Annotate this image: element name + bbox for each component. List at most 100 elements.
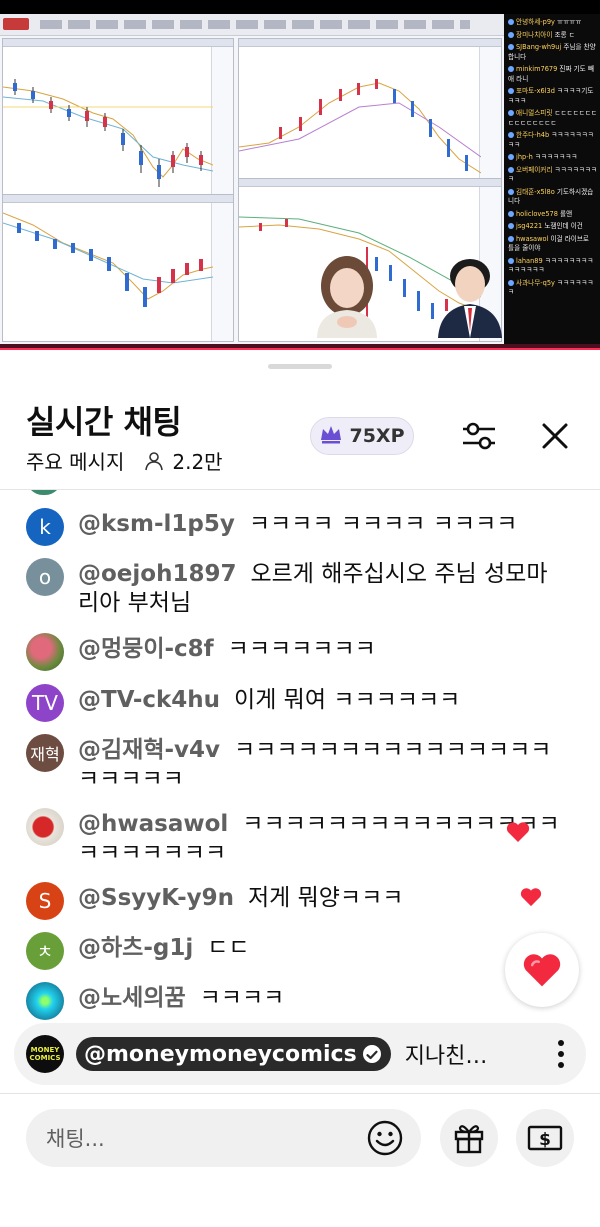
overlay-chat-text: 조롱 ㄷ	[554, 30, 575, 39]
page-title: 실시간 채팅	[26, 403, 182, 441]
drag-handle[interactable]	[268, 364, 332, 369]
overlay-chat-row: minkim7679 진짜 기도 빼애 라니	[508, 65, 597, 84]
message-text: ㅋㅋㅋㅋ ㅋㅋㅋㅋ ㅋㅋㅋㅋ	[248, 511, 518, 537]
avatar	[508, 19, 514, 25]
chat-message[interactable]: @hwasawol ㅋㅋㅋㅋㅋㅋㅋㅋㅋㅋㅋㅋㅋㅋㅋㅋㅋㅋㅋㅋㅋㅋ	[26, 808, 572, 868]
avatar	[508, 235, 514, 242]
chat-message[interactable]: TV @TV-ck4hu 이게 뭐여 ㅋㅋㅋㅋㅋㅋ	[26, 684, 572, 722]
overlay-chat-row: 포마토-x6l3d ㅋㅋㅋㅋ기도 ㅋㅋㅋ	[508, 87, 597, 106]
message-author[interactable]: @멍뭉이-c8f	[78, 636, 214, 662]
chat-message[interactable]: @멍뭉이-c8f ㅋㅋㅋㅋㅋㅋㅋ	[26, 633, 572, 671]
emoji-icon[interactable]	[366, 1119, 404, 1157]
message-text: 이게 뭐여 ㅋㅋㅋㅋㅋㅋ	[234, 687, 461, 713]
live-video-player[interactable]: 안녕하세-p9y ㅠㅠㅠㅠ 장미나치아이 조롱 ㄷ SJBang-wh9uj 주님을…	[0, 0, 600, 350]
xp-label: 75XP	[349, 425, 405, 447]
chat-message[interactable]: o @oejoh1897 오르게 해주십시오 주님 성모마리아 부처님	[26, 558, 572, 618]
chat-message[interactable]: @노세의꿈 ㅋㅋㅋㅋ	[26, 982, 572, 1020]
pinned-text: 지나친…	[404, 1044, 488, 1069]
overlay-chat-row: 애니멀스피릿 ㄷㄷㄷㄷㄷㄷㄷㄷㄷㄷㄷㄷㄷㄷㄷ	[508, 109, 597, 128]
overlay-chat-row: SJBang-wh9uj 주님을 찬양합니다	[508, 43, 597, 62]
avatar: TV	[26, 684, 64, 722]
chat-message[interactable]: 재혁 @김재혁-v4v ㅋㅋㅋㅋㅋㅋㅋㅋㅋㅋㅋㅋㅋㅋㅋㅋㅋㅋㅋㅋ	[26, 734, 572, 794]
avatar: 재혁	[26, 734, 64, 772]
gift-button[interactable]	[440, 1109, 498, 1167]
candle-chart-2	[239, 79, 481, 174]
overlay-chat-row: jsg4221 노잼인데 이건	[508, 222, 597, 232]
heart-icon	[523, 954, 561, 987]
send-heart-button[interactable]	[505, 933, 579, 1007]
message-text: ㅋㅋㅋㅋㅋㅋㅋ	[227, 636, 376, 662]
avatar	[508, 132, 514, 138]
more-vert-icon[interactable]	[558, 1040, 564, 1068]
overlay-chat-row: 오버페이커리 ㅋㅋㅋㅋㅋㅋㅋㅋ	[508, 166, 597, 185]
xp-badge-button[interactable]: 75XP	[310, 417, 414, 455]
overlay-chat-user: minkim7679	[516, 65, 560, 73]
message-author[interactable]: @하츠-g1j	[78, 935, 193, 961]
message-text: ㅋㅋㅋㅋ	[199, 985, 285, 1011]
channel-logo-text: MONEY COMICS	[29, 1046, 61, 1062]
trading-menubar	[0, 14, 504, 36]
chart-pane-2	[238, 38, 502, 188]
overlay-chat-row: 사과나무-q5y ㅋㅋㅋㅋㅋㅋㅋ	[508, 279, 597, 298]
message-author[interactable]: @김재혁-v4v	[78, 737, 220, 763]
overlay-chat-user: hwasawol	[516, 234, 551, 243]
avatar	[508, 44, 514, 50]
overlay-chat-user: holiclove578	[516, 209, 561, 218]
overlay-chat-user: 사과나무-q5y	[516, 278, 558, 287]
close-icon[interactable]	[538, 419, 572, 453]
overlay-chat-row: 안녕하세-p9y ㅠㅠㅠㅠ	[508, 18, 597, 28]
overlay-chat-user: 장미나치아이	[516, 30, 555, 39]
overlay-chat-row: lahan89 ㅋㅋㅋㅋㅋㅋㅋㅋㅋㅋㅋㅋㅋㅋ	[508, 257, 597, 276]
overlay-chat-user: 안녕하세-p9y	[516, 18, 558, 26]
avatar: k	[26, 508, 64, 546]
chat-mode-label: 주요 메시지	[26, 450, 125, 474]
trading-app-logo	[3, 18, 29, 30]
composer-divider	[0, 1093, 600, 1094]
message-author[interactable]: @SsyyK-y9n	[78, 885, 234, 911]
super-chat-button[interactable]: $	[516, 1109, 574, 1167]
status-bar	[0, 0, 600, 14]
overlay-chat-row: jhp-h ㅋㅋㅋㅋㅋㅋㅋ	[508, 153, 597, 163]
avatar	[508, 31, 514, 38]
overlay-chat-row: holiclove578 롤앤	[508, 210, 597, 220]
overlay-chat-user: 김태훈-x5l8o	[516, 187, 557, 196]
avatar: ㅊ	[26, 932, 64, 970]
message-author[interactable]: @TV-ck4hu	[78, 687, 220, 713]
avatar	[508, 223, 514, 229]
verified-check-icon	[362, 1045, 381, 1063]
message-text: ㄷㄷ	[207, 935, 250, 961]
avatar: S	[26, 882, 64, 920]
chat-mode-selector[interactable]: 주요 메시지 2.2만	[26, 446, 223, 475]
message-text: 저게 뭐양ㅋㅋㅋ	[247, 885, 404, 911]
chat-input-placeholder: 채팅...	[46, 1127, 105, 1151]
candle-chart-1	[3, 79, 213, 187]
message-author[interactable]: @ksm-l1p5y	[78, 511, 235, 537]
pinned-message[interactable]: MONEY COMICS @moneymoneycomics 지나친…	[14, 1023, 586, 1085]
chat-input[interactable]: 채팅...	[26, 1109, 421, 1167]
chat-message[interactable]: ㅊ @하츠-g1j ㄷㄷ	[26, 932, 572, 970]
message-author[interactable]: @노세의꿈	[78, 985, 186, 1011]
viewer-count: 2.2만	[172, 450, 223, 474]
sliders-icon[interactable]	[460, 417, 498, 455]
avatar	[508, 66, 514, 72]
chart-pane-3	[2, 194, 234, 342]
overlay-chat-user: 한주다-h4b	[516, 131, 552, 139]
overlay-chat-text: 롤앤	[560, 209, 573, 218]
chat-message[interactable]: k @ksm-l1p5y ㅋㅋㅋㅋ ㅋㅋㅋㅋ ㅋㅋㅋㅋ	[26, 508, 572, 546]
heart-icon	[506, 822, 530, 842]
chat-message-list[interactable]: k @ksm-l1p5y ㅋㅋㅋㅋ ㅋㅋㅋㅋ ㅋㅋㅋㅋ o @oejoh1897 오…	[0, 490, 600, 1020]
video-progress-bar[interactable]	[0, 344, 600, 350]
message-author[interactable]: @hwasawol	[78, 811, 228, 837]
trading-screen	[0, 14, 504, 344]
overlay-chat-row: 김태훈-x5l8o 기도하시겠습니다	[508, 188, 597, 207]
pinned-author-chip[interactable]: @moneymoneycomics	[76, 1037, 391, 1071]
avatar	[26, 633, 64, 671]
chat-message[interactable]: S @SsyyK-y9n 저게 뭐양ㅋㅋㅋ	[26, 882, 572, 920]
overlay-chat-user: SJBang-wh9uj	[516, 43, 564, 51]
chart-pane-1	[2, 38, 234, 198]
live-chat-sheet: 실시간 채팅 주요 메시지 2.2만 75XP k @ksm-l1p5y ㅋㅋㅋㅋ…	[0, 351, 600, 1227]
heart-icon	[520, 888, 542, 907]
avatar	[26, 808, 64, 846]
avatar	[508, 154, 514, 160]
message-author[interactable]: @oejoh1897	[78, 561, 236, 587]
